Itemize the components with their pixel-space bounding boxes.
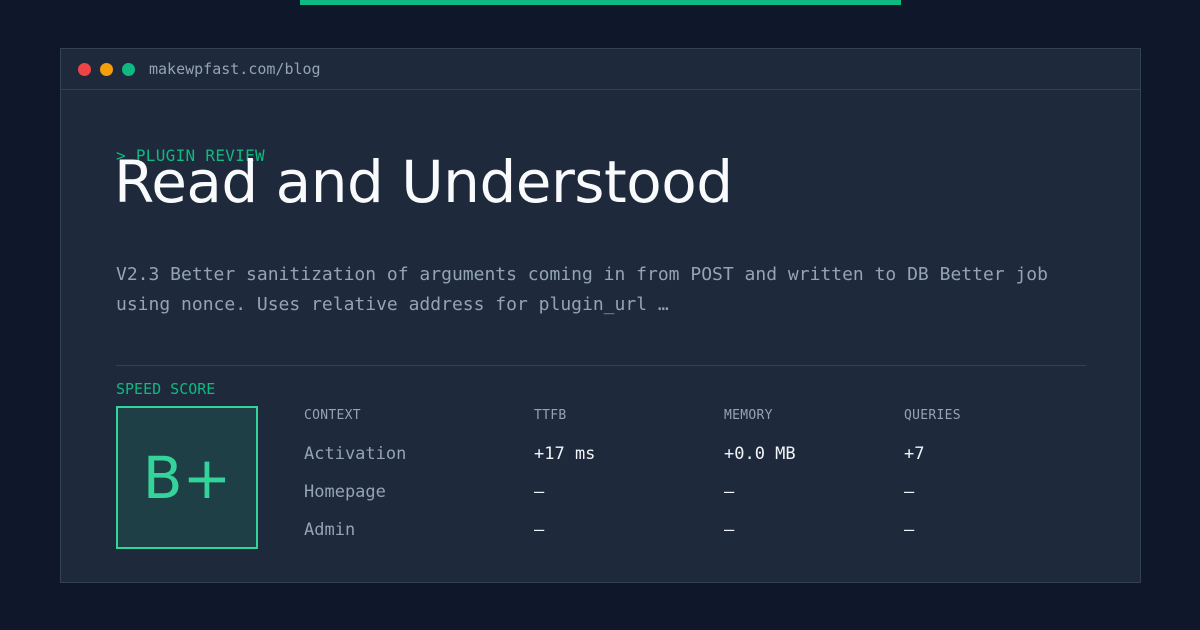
row-memory: +0.0 MB [724, 444, 796, 464]
minimize-dot-icon [100, 62, 113, 76]
speed-score-label: SPEED SCORE [116, 380, 216, 398]
row-context: Homepage [304, 482, 386, 502]
divider [116, 365, 1086, 366]
header-ttfb: TTFB [534, 408, 567, 423]
maximize-dot-icon [122, 62, 135, 76]
row-context: Activation [304, 444, 407, 464]
row-ttfb: — [534, 482, 545, 502]
table-row: Activation +17 ms +0.0 MB +7 [304, 444, 1086, 482]
browser-titlebar: makewpfast.com/blog [61, 49, 1140, 90]
browser-window: makewpfast.com/blog > PLUGIN REVIEW Read… [60, 48, 1141, 583]
row-queries: — [904, 482, 915, 502]
header-queries: QUERIES [904, 408, 961, 423]
close-dot-icon [78, 62, 91, 76]
row-queries: — [904, 520, 915, 540]
row-ttfb: — [534, 520, 545, 540]
header-context: CONTEXT [304, 408, 361, 423]
speed-grade-value: B+ [142, 443, 232, 512]
table-row: Homepage — — — [304, 482, 1086, 520]
address-url: makewpfast.com/blog [149, 60, 321, 78]
header-memory: MEMORY [724, 408, 773, 423]
page-title: Read and Understood [114, 148, 733, 216]
speed-grade-badge: B+ [116, 406, 258, 549]
metrics-table: CONTEXT TTFB MEMORY QUERIES Activation +… [304, 406, 1086, 558]
table-row: Admin — — — [304, 520, 1086, 558]
row-memory: — [724, 482, 735, 502]
row-context: Admin [304, 520, 356, 540]
metrics-header-row: CONTEXT TTFB MEMORY QUERIES [304, 406, 1086, 438]
row-memory: — [724, 520, 735, 540]
row-ttfb: +17 ms [534, 444, 596, 464]
row-queries: +7 [904, 444, 925, 464]
plugin-description: V2.3 Better sanitization of arguments co… [116, 264, 1048, 315]
top-accent-bar [300, 0, 901, 5]
